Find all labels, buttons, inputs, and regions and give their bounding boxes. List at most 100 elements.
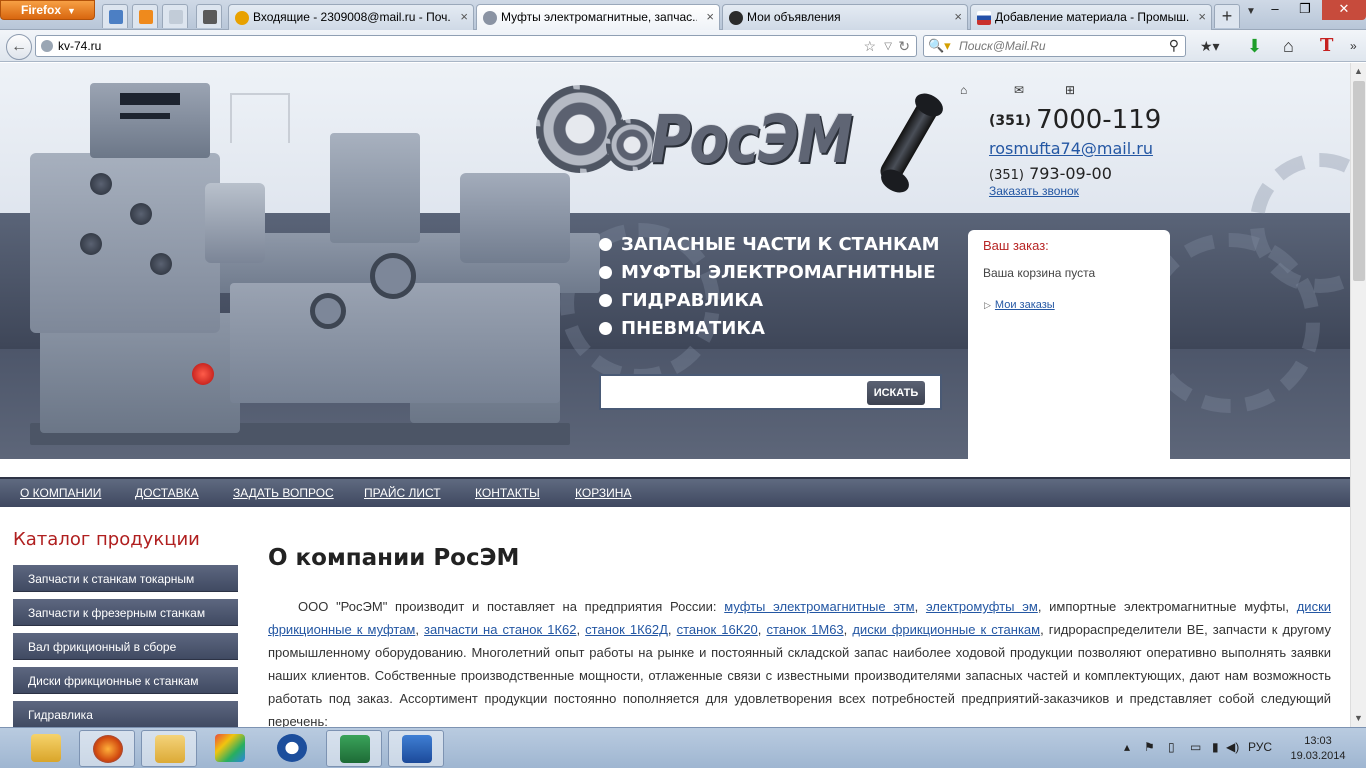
sitemap-icon[interactable]: ⊞: [1065, 83, 1075, 97]
catalog-item[interactable]: Гидравлика: [13, 701, 238, 727]
app-tab-cloud[interactable]: [162, 4, 188, 28]
history-dropdown-icon[interactable]: ▽: [884, 41, 892, 52]
action-center-flag-icon[interactable]: ⚑: [1144, 740, 1155, 754]
close-tab-icon[interactable]: ×: [1198, 9, 1206, 24]
mail-icon[interactable]: ✉: [1014, 83, 1024, 97]
menu-item-clutches[interactable]: МУФТЫ ЭЛЕКТРОМАГНИТНЫЕ: [599, 261, 940, 289]
close-tab-icon[interactable]: ×: [706, 9, 714, 24]
ads-favicon-icon: [729, 11, 743, 25]
addon-t-icon[interactable]: T: [1320, 36, 1333, 56]
web-page: РосЭМ ⌂ ✉ ⊞ (351) 7000-119 rosmufta74@ma…: [0, 63, 1350, 727]
overflow-menu-icon[interactable]: »: [1350, 36, 1357, 56]
cloud-icon: [169, 10, 183, 24]
taskbar-explorer[interactable]: [18, 730, 74, 767]
bookmark-star-icon[interactable]: ☆: [863, 38, 876, 55]
category-menu: ЗАПАСНЫЕ ЧАСТИ К СТАНКАМ МУФТЫ ЭЛЕКТРОМА…: [599, 233, 940, 345]
catalog-item[interactable]: Запчасти к фрезерным станкам: [13, 599, 238, 626]
contact-block: (351) 7000-119 rosmufta74@mail.ru (351) …: [989, 105, 1239, 198]
close-tab-icon[interactable]: ×: [460, 9, 468, 24]
about-paragraph: ООО "РосЭМ" производит и поставляет на п…: [268, 599, 1332, 727]
link-1k62d[interactable]: станок 1К62Д: [585, 622, 668, 637]
windows-taskbar: ▴ ⚑ ▯ ▭ ▮ ◀) РУС 13:03 19.03.2014: [0, 727, 1366, 768]
catalog-item[interactable]: Диски фрикционные к станкам: [13, 667, 238, 694]
search-box[interactable]: 🔍▾ Поиск@Mail.Ru ⚲: [923, 35, 1186, 57]
minimize-icon[interactable]: –: [1260, 0, 1290, 20]
catalog-item[interactable]: Вал фрикционный в сборе: [13, 633, 238, 660]
menu-item-pneumatics[interactable]: ПНЕВМАТИКА: [599, 317, 940, 345]
app-tab-grid[interactable]: [102, 4, 128, 28]
email-link[interactable]: rosmufta74@mail.ru: [989, 139, 1239, 158]
tray-expand-icon[interactable]: ▴: [1124, 740, 1130, 754]
nav-contacts[interactable]: КОНТАКТЫ: [475, 486, 540, 500]
main-phone: (351) 7000-119: [989, 105, 1162, 135]
tab-label: Мои объявления: [747, 10, 841, 24]
back-arrow-icon: ←: [11, 38, 27, 55]
callback-link[interactable]: Заказать звонок: [989, 184, 1239, 198]
power-icon[interactable]: ▯: [1168, 740, 1175, 754]
taskbar-word[interactable]: [388, 730, 444, 767]
new-tab-button[interactable]: +: [1214, 4, 1240, 28]
app-tab-runner[interactable]: [132, 4, 158, 28]
taskbar-nero[interactable]: [264, 730, 320, 767]
home-icon[interactable]: ⌂: [1283, 36, 1294, 56]
catalog-item[interactable]: Запчасти к станкам токарным: [13, 565, 238, 592]
vertical-scrollbar[interactable]: ▲ ▼: [1350, 63, 1366, 727]
tab-add-material[interactable]: Добавление материала - Промыш... ×: [970, 4, 1212, 30]
downloads-icon[interactable]: ⬇: [1247, 36, 1262, 56]
nav-delivery[interactable]: ДОСТАВКА: [135, 486, 199, 500]
close-tab-icon[interactable]: ×: [954, 9, 962, 24]
menu-item-hydraulics[interactable]: ГИДРАВЛИКА: [599, 289, 940, 317]
menu-item-spare-parts[interactable]: ЗАПАСНЫЕ ЧАСТИ К СТАНКАМ: [599, 233, 940, 261]
link-em[interactable]: электромуфты эм: [926, 599, 1038, 614]
search-engine-icon[interactable]: 🔍▾: [928, 38, 951, 54]
home-icon[interactable]: ⌂: [960, 83, 967, 97]
nav-cart[interactable]: КОРЗИНА: [575, 486, 631, 500]
nav-price-list[interactable]: ПРАЙС ЛИСТ: [364, 486, 441, 500]
logo-text: РосЭМ: [650, 101, 853, 178]
search-placeholder: Поиск@Mail.Ru: [959, 39, 1046, 53]
search-button[interactable]: ИСКАТЬ: [867, 381, 925, 405]
firefox-menu-button[interactable]: Firefox ▼: [0, 0, 95, 20]
volume-icon[interactable]: ◀): [1226, 740, 1239, 754]
language-indicator[interactable]: РУС: [1248, 740, 1272, 754]
site-identity-icon[interactable]: [41, 40, 53, 52]
list-tabs-icon[interactable]: ▼: [1246, 6, 1256, 17]
tab-inbox[interactable]: Входящие - 2309008@mail.ru - Поч... ×: [228, 4, 474, 30]
site-logo[interactable]: РосЭМ: [532, 79, 862, 189]
reload-icon[interactable]: ↻: [898, 38, 910, 55]
close-window-icon[interactable]: ✕: [1322, 0, 1366, 20]
display-icon[interactable]: ▭: [1190, 740, 1201, 754]
search-go-icon[interactable]: ⚲: [1169, 37, 1179, 54]
navigation-toolbar: ← kv-74.ru ☆ ▽ ↻ 🔍▾ Поиск@Mail.Ru ⚲ ★▾ ⬇…: [0, 30, 1366, 62]
site-search-input[interactable]: [605, 380, 865, 404]
scroll-down-icon[interactable]: ▼: [1354, 713, 1363, 723]
grid-icon: [109, 10, 123, 24]
nav-ask-question[interactable]: ЗАДАТЬ ВОПРОС: [233, 486, 334, 500]
tab-ads[interactable]: Мои объявления ×: [722, 4, 968, 30]
system-clock[interactable]: 13:03 19.03.2014: [1288, 734, 1348, 764]
back-button[interactable]: ←: [6, 34, 32, 60]
firefox-icon: [93, 735, 123, 763]
maximize-icon[interactable]: ❐: [1290, 0, 1320, 20]
link-1k62[interactable]: запчасти на станок 1К62: [424, 622, 576, 637]
scroll-up-icon[interactable]: ▲: [1354, 66, 1363, 76]
bullet-icon: [599, 294, 612, 307]
address-bar[interactable]: kv-74.ru ☆ ▽ ↻: [35, 35, 917, 57]
nav-about[interactable]: О КОМПАНИИ: [20, 486, 101, 500]
link-16k20[interactable]: станок 16К20: [677, 622, 758, 637]
taskbar-outlook[interactable]: [141, 730, 197, 767]
link-friction-discs-machines[interactable]: диски фрикционные к станкам: [852, 622, 1040, 637]
link-1m63[interactable]: станок 1М63: [766, 622, 843, 637]
taskbar-firefox[interactable]: [79, 730, 135, 767]
tab-mufty[interactable]: Муфты электромагнитные, запчас... ×: [476, 4, 720, 31]
network-icon[interactable]: ▮: [1212, 740, 1219, 754]
my-orders-link[interactable]: ▷ Мои заказы: [984, 299, 1055, 311]
bookmarks-menu-icon[interactable]: ★▾: [1200, 36, 1220, 56]
link-etm[interactable]: муфты электромагнитные этм: [724, 599, 914, 614]
clock-time: 13:03: [1304, 735, 1332, 747]
taskbar-paint[interactable]: [202, 730, 258, 767]
taskbar-excel[interactable]: [326, 730, 382, 767]
app-tab-tool[interactable]: [196, 4, 222, 28]
tab-label: Муфты электромагнитные, запчас...: [501, 10, 697, 24]
scrollbar-thumb[interactable]: [1353, 81, 1365, 281]
